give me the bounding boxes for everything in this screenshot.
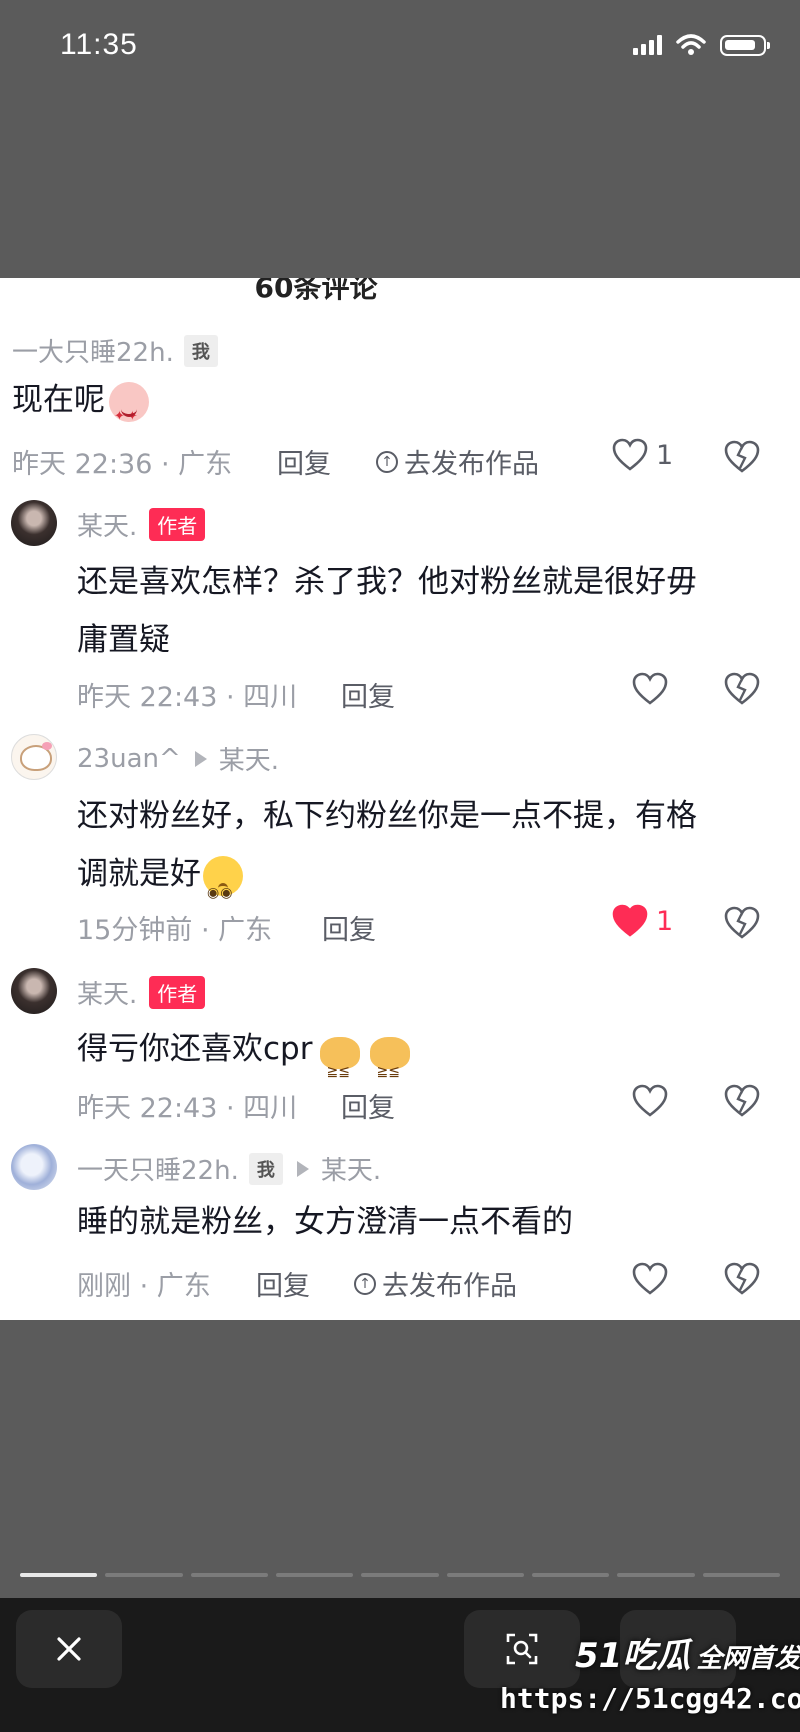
status-icons: [633, 34, 770, 56]
avatar[interactable]: [11, 734, 57, 780]
comment-username[interactable]: 23uan^: [77, 744, 181, 774]
heart-icon[interactable]: [632, 672, 668, 706]
author-badge: 作者: [149, 508, 206, 541]
progress-segment: [446, 1573, 524, 1577]
comment-meta: 刚刚 · 广东: [77, 1271, 211, 1302]
close-icon: [57, 1637, 81, 1661]
scan-icon: [506, 1633, 538, 1665]
wifi-icon: [676, 34, 706, 55]
upload-icon: ↑: [376, 450, 398, 473]
publish-work-button[interactable]: ↑ 去发布作品: [354, 1264, 517, 1303]
reply-button[interactable]: 回复: [256, 1264, 310, 1303]
me-badge: 我: [248, 1152, 283, 1185]
comment-text: 现在呢: [12, 371, 149, 446]
reply-arrow-icon: [194, 750, 207, 767]
scan-button[interactable]: [464, 1610, 580, 1688]
avatar[interactable]: [11, 1144, 57, 1190]
status-time: 11:35: [60, 28, 138, 61]
comment-user-line: 某天. 作者: [77, 506, 206, 543]
heart-icon: [612, 438, 648, 471]
heart-icon[interactable]: [632, 1262, 668, 1296]
reply-button[interactable]: 回复: [277, 442, 331, 481]
progress-segment: [361, 1573, 439, 1577]
heart-filled-icon: [612, 904, 648, 937]
progress-segment: [105, 1573, 183, 1577]
watermark-logo: 51吃瓜 全网首发: [575, 1636, 800, 1676]
comment-count-title: 60条评论: [254, 278, 378, 304]
signal-icon: [633, 35, 662, 55]
reply-button[interactable]: 回复: [322, 908, 376, 947]
reply-arrow-icon: [296, 1160, 309, 1177]
like-count: 1: [656, 905, 674, 937]
reply-target-name[interactable]: 某天.: [219, 740, 279, 777]
close-button[interactable]: [16, 1610, 122, 1688]
emoji-cat-icon: [368, 1031, 412, 1101]
progress-segment: [20, 1573, 98, 1577]
publish-label: 去发布作品: [382, 1271, 517, 1302]
like-button[interactable]: 1: [612, 904, 673, 938]
dislike-icon[interactable]: [724, 1084, 760, 1118]
bottom-bar: 51吃瓜 全网首发 https://51cgg42.com: [0, 1598, 800, 1732]
comment-meta: 昨天 22:36 · 广东: [12, 449, 233, 480]
comment-username[interactable]: 一天只睡22h.: [77, 1150, 239, 1187]
comment-user-line: 某天. 作者: [77, 974, 206, 1011]
comment-sheet: 60条评论 一大只睡22h. 我 现在呢 昨天 22:36 · 广东 回复 ↑ …: [0, 278, 800, 1320]
comment-text: 还是喜欢怎样？杀了我？他对粉丝就是很好毋 庸置疑: [77, 564, 697, 658]
author-badge: 作者: [149, 976, 206, 1009]
progress-segment: [702, 1573, 780, 1577]
comment-text: 睡的就是粉丝，女方澄清一点不看的: [77, 1204, 573, 1240]
story-progress-bar: [20, 1573, 780, 1577]
comment-meta: 15分钟前 · 广东: [77, 915, 273, 946]
status-bar: 11:35: [0, 0, 800, 100]
comment-username[interactable]: 某天.: [77, 974, 137, 1011]
upload-icon: ↑: [354, 1272, 376, 1295]
comment-meta: 昨天 22:43 · 四川: [77, 682, 298, 713]
emoji-face-icon: [109, 381, 149, 446]
me-badge: 我: [183, 334, 218, 367]
avatar[interactable]: [11, 968, 57, 1014]
emoji-cat-icon: [318, 1031, 362, 1101]
dislike-icon[interactable]: [724, 906, 760, 940]
emoji-pleading-icon: [203, 855, 243, 922]
comment-user-line: 一天只睡22h. 我 某天.: [77, 1150, 381, 1187]
heart-icon[interactable]: [632, 1084, 668, 1118]
reply-button[interactable]: 回复: [341, 675, 395, 714]
dislike-icon[interactable]: [724, 1262, 760, 1296]
reply-button[interactable]: 回复: [341, 1086, 395, 1125]
battery-icon: [720, 34, 770, 56]
comment-username[interactable]: 某天.: [77, 506, 137, 543]
watermark-url: https://51cgg42.com: [500, 1682, 800, 1715]
comment-text: 得亏你还喜欢cpr: [77, 1020, 412, 1101]
like-count: 1: [656, 439, 674, 471]
comment-user-line: 一大只睡22h. 我: [12, 332, 218, 369]
dislike-icon[interactable]: [724, 440, 760, 474]
progress-segment: [617, 1573, 695, 1577]
comment-meta: 昨天 22:43 · 四川: [77, 1093, 298, 1124]
progress-segment: [275, 1573, 354, 1577]
avatar[interactable]: [11, 500, 57, 546]
publish-label: 去发布作品: [404, 449, 539, 480]
reply-target-name[interactable]: 某天.: [321, 1150, 381, 1187]
comment-username[interactable]: 一大只睡22h.: [12, 332, 174, 369]
progress-segment: [190, 1573, 268, 1577]
comment-text: 还对粉丝好，私下约粉丝你是一点不提，有格 调就是好: [77, 787, 697, 922]
comment-user-line: 23uan^ 某天.: [77, 740, 279, 777]
dislike-icon[interactable]: [724, 672, 760, 706]
progress-segment: [531, 1573, 610, 1577]
like-button[interactable]: 1: [612, 438, 673, 472]
publish-work-button[interactable]: ↑ 去发布作品: [376, 442, 539, 481]
